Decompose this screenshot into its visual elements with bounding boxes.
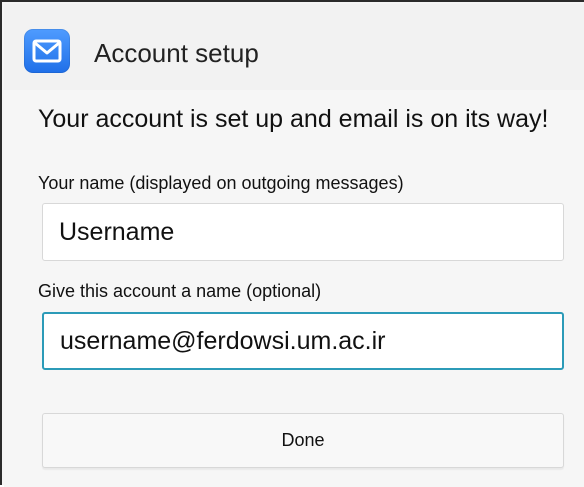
account-setup-content: Your account is set up and email is on i… [4,90,584,487]
your-name-label: Your name (displayed on outgoing message… [38,173,404,193]
account-name-label: Give this account a name (optional) [38,281,322,301]
account-setup-screen: Account setup Your account is set up and… [0,0,584,487]
account-name-input[interactable]: username@ferdowsi.um.ac.ir [42,312,564,370]
setup-complete-message: Your account is set up and email is on i… [38,105,549,133]
title-bar: Account setup [4,4,584,91]
your-name-input[interactable]: Username [42,203,564,261]
done-button[interactable]: Done [42,413,564,468]
screen-title: Account setup [94,38,259,68]
email-icon [24,29,70,73]
envelope-icon [32,39,62,63]
